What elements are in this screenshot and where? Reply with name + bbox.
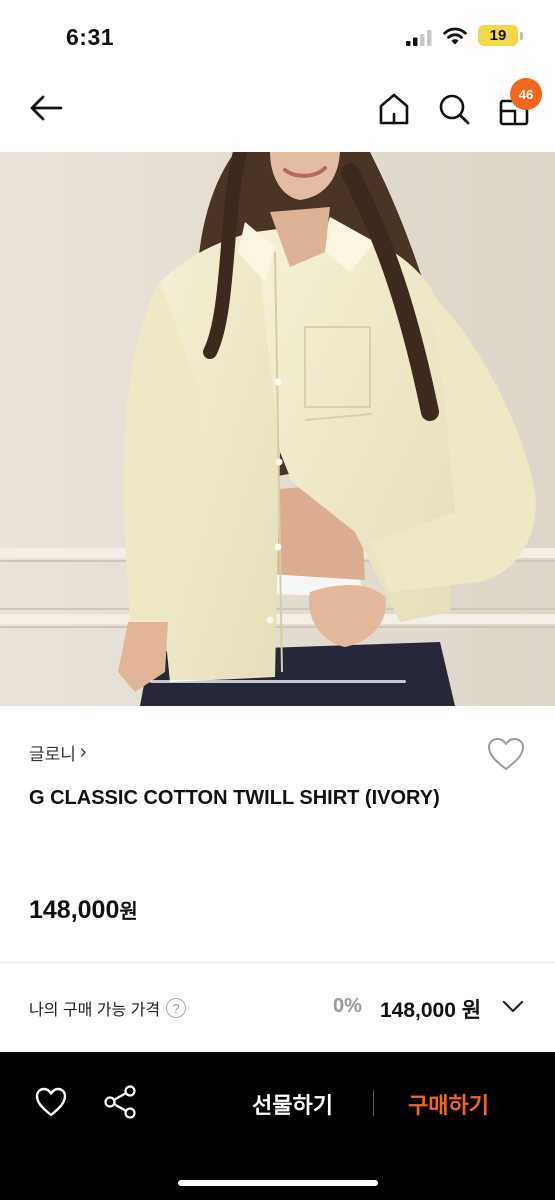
brand-link[interactable]: 글로니 › <box>29 740 87 765</box>
chevron-down-icon[interactable] <box>502 996 524 1016</box>
home-indicator[interactable] <box>178 1180 378 1186</box>
available-price-label-group: 나의 구매 가능 가격 ? <box>29 996 187 1020</box>
available-price-value: 148,000 원 <box>380 999 482 1022</box>
cart-count: 46 <box>518 86 534 102</box>
battery-level: 19 <box>489 27 507 44</box>
search-icon[interactable] <box>437 92 471 126</box>
help-icon[interactable]: ? <box>166 998 187 1018</box>
available-price-label: 나의 구매 가능 가격 <box>29 1002 161 1019</box>
cellular-signal-icon <box>406 30 432 46</box>
battery-icon: 19 <box>478 25 518 46</box>
heart-icon[interactable] <box>486 736 526 772</box>
nav-bar: 46 <box>0 72 555 152</box>
cart-count-badge: 46 <box>510 78 542 110</box>
battery-tip <box>520 32 523 40</box>
product-image[interactable] <box>0 152 555 706</box>
bottom-action-bar: 선물하기 구매하기 <box>0 1052 555 1200</box>
chevron-right-icon: › <box>79 741 87 763</box>
gift-button[interactable]: 선물하기 <box>252 1088 333 1120</box>
home-icon[interactable] <box>378 92 410 126</box>
product-price: 148,000원 <box>29 895 138 925</box>
status-bar: 6:31 19 <box>0 0 555 72</box>
section-divider <box>0 962 555 963</box>
price-value: 148,000 <box>29 896 120 924</box>
status-time: 6:31 <box>66 24 115 50</box>
image-scroll-indicator <box>150 680 406 683</box>
buy-button[interactable]: 구매하기 <box>408 1088 489 1120</box>
brand-name: 글로니 <box>29 745 76 764</box>
available-price-row[interactable]: 나의 구매 가능 가격 ? 0% 148,000 원 <box>0 980 555 1032</box>
wifi-icon <box>443 27 467 45</box>
back-arrow-icon[interactable] <box>28 90 64 126</box>
price-unit: 원 <box>119 901 138 923</box>
discount-percent: 0% <box>333 995 362 1017</box>
heart-icon[interactable] <box>34 1086 68 1118</box>
share-icon[interactable] <box>103 1084 137 1120</box>
product-title: G CLASSIC COTTON TWILL SHIRT (IVORY) <box>29 787 440 809</box>
button-separator <box>373 1090 374 1116</box>
product-photo <box>0 152 555 706</box>
